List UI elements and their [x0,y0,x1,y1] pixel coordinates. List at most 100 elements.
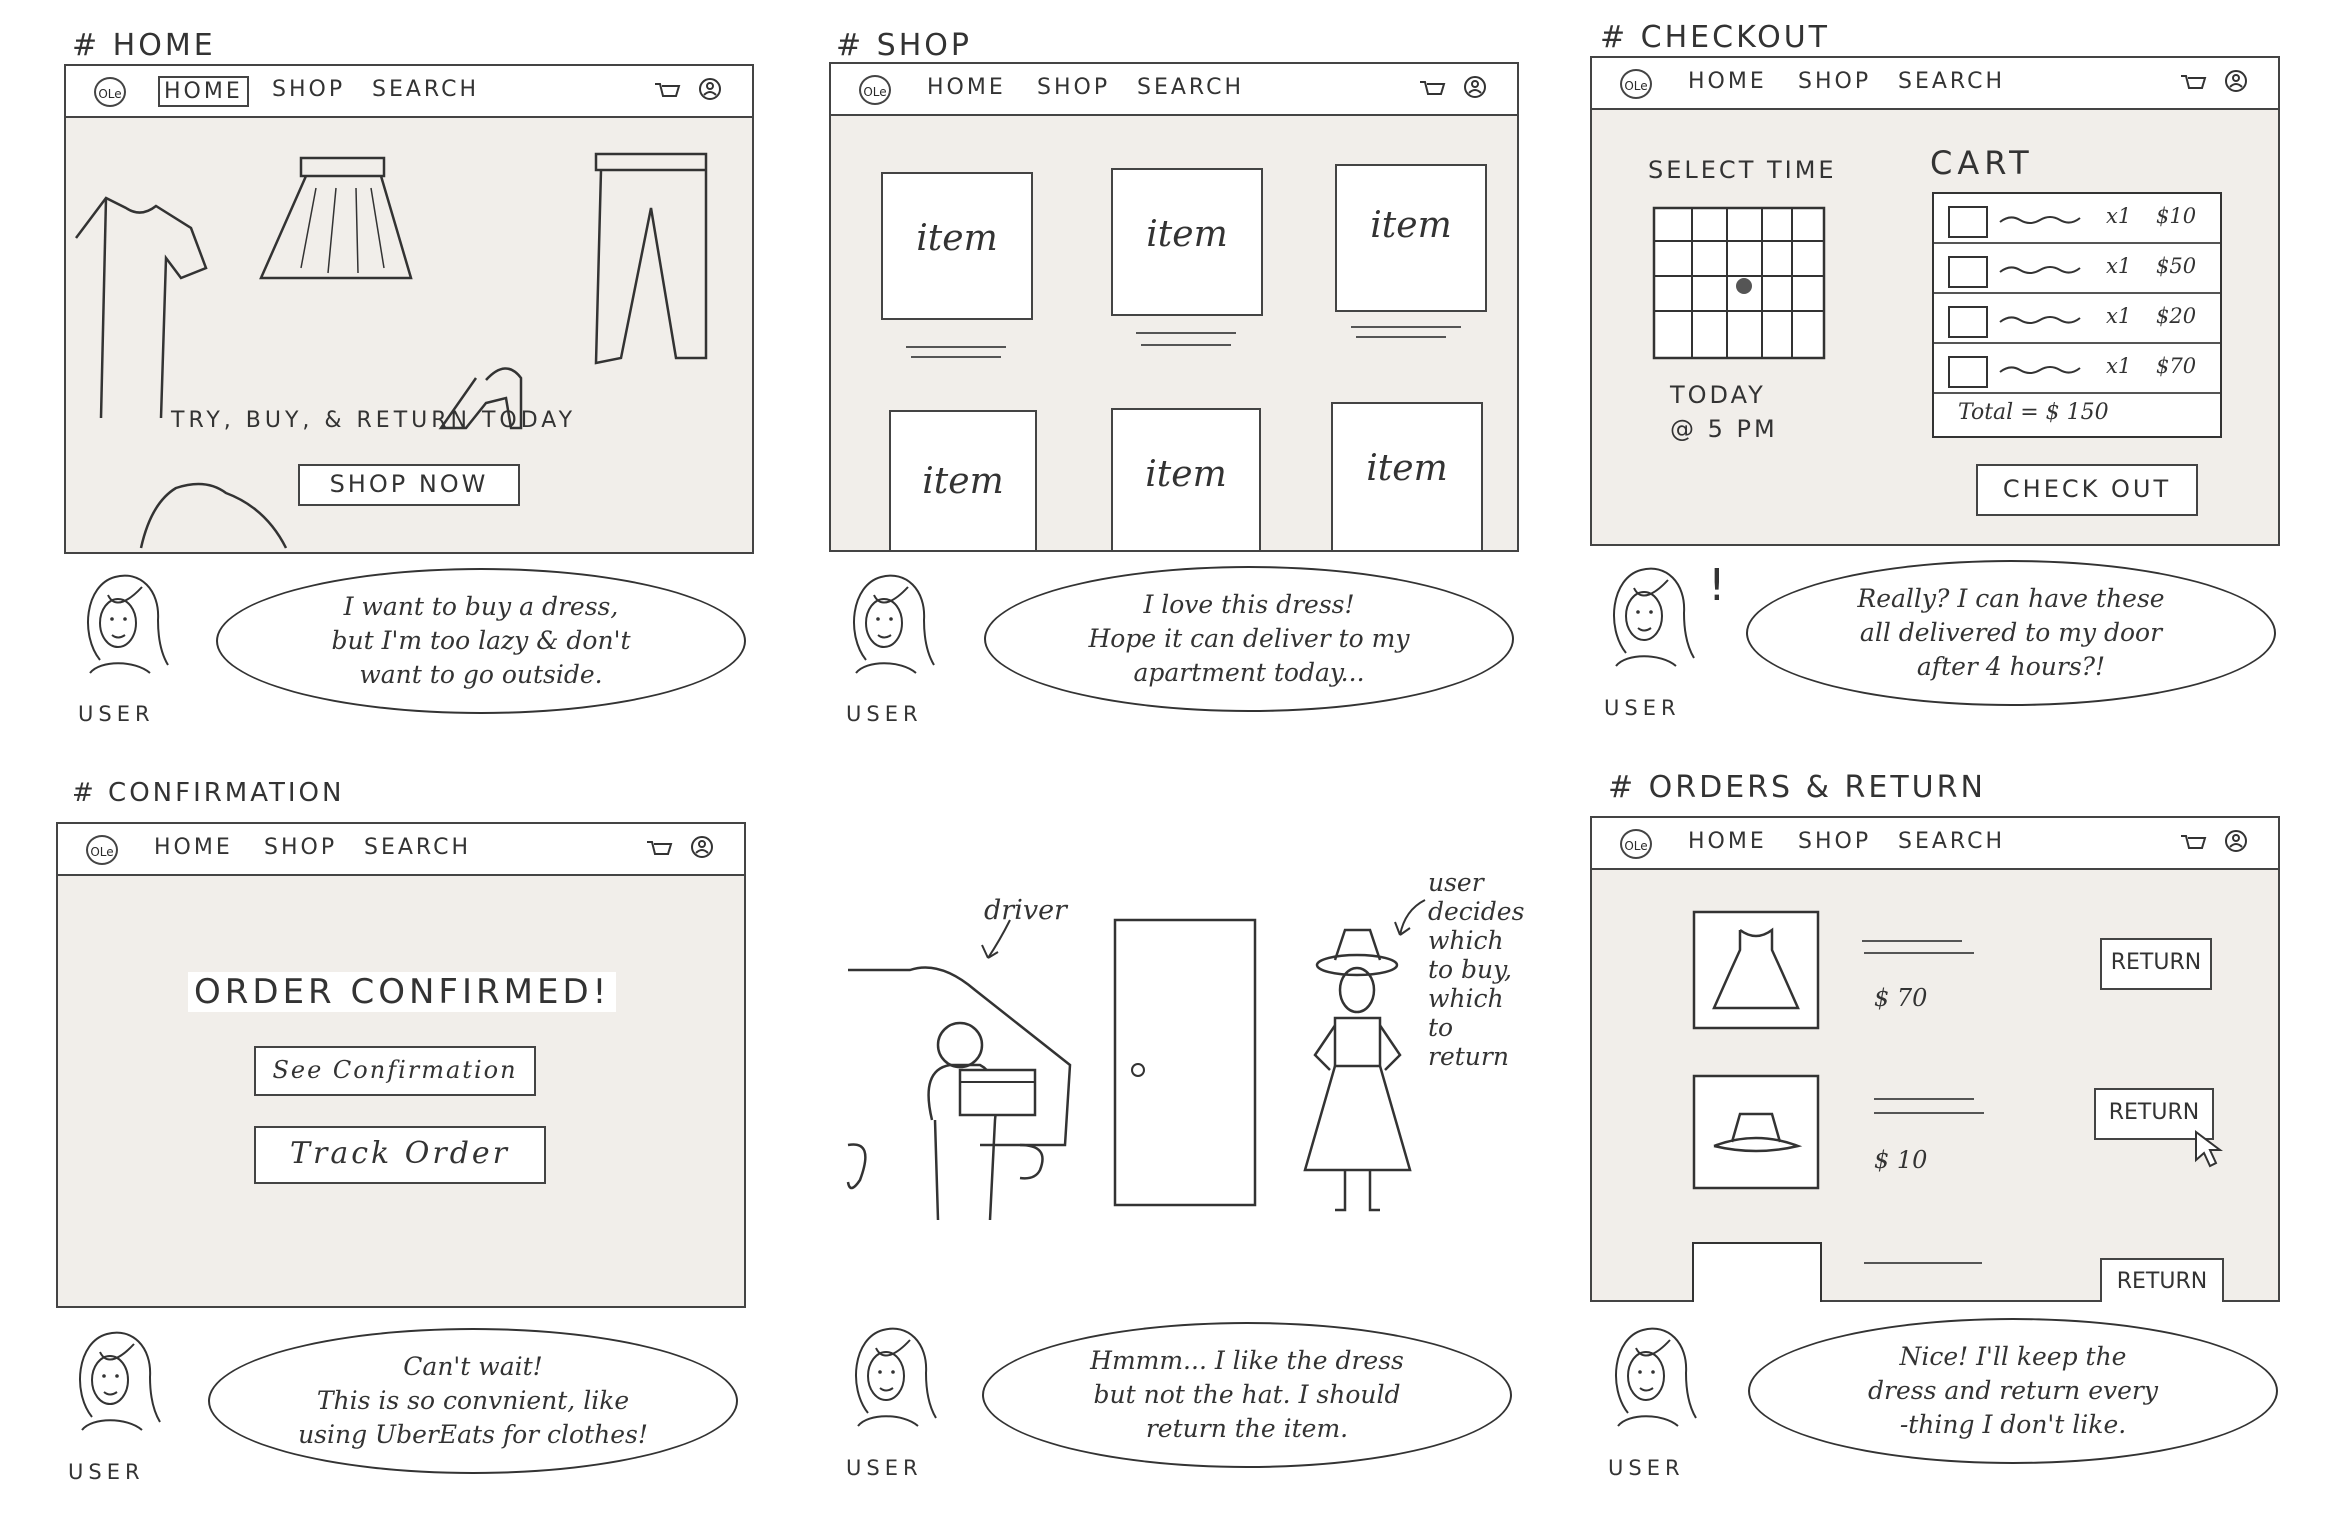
item-card[interactable]: item [889,410,1037,552]
cart-icon[interactable] [652,76,682,104]
nav-home[interactable]: HOME [158,76,249,107]
checkout-frame-title: # CHECKOUT [1600,20,1831,55]
item-card[interactable]: item [1331,402,1483,552]
user-label-shop: USER [846,702,923,726]
nav-shop[interactable]: SHOP [268,76,349,103]
selected-time: TODAY @ 5 PM [1670,381,1778,443]
item-caption-line [1351,326,1461,328]
nav-search[interactable]: SEARCH [1133,74,1248,101]
return-button[interactable]: RETURN [2100,938,2212,990]
item-card[interactable]: item [881,172,1033,320]
cart-item-qty: x1 [2106,354,2132,378]
user-avatar-orders [1615,1327,1697,1427]
logo[interactable]: OLe [1620,829,1652,859]
logo[interactable]: OLe [94,77,126,107]
cart-icon[interactable] [644,834,674,862]
cart-item-thumb [1948,206,1988,238]
cart-icon[interactable] [2178,828,2208,856]
logo[interactable]: OLe [86,835,118,865]
cart-item-qty: x1 [2106,304,2132,328]
cart-item-price: $10 [2156,204,2197,228]
speech-bubble-delivery: Hmmm... I like the dress but not the hat… [982,1322,1512,1468]
speech-bubble-orders: Nice! I'll keep the dress and return eve… [1748,1318,2278,1464]
user-avatar-home [87,574,169,674]
item-caption-line [1136,332,1236,334]
checkout-button[interactable]: CHECK OUT [1976,464,2198,516]
nav-shop[interactable]: SHOP [1794,68,1875,95]
nav-shop[interactable]: SHOP [1794,828,1875,855]
order-item-name-line [1862,940,1962,942]
cart-icon[interactable] [2178,68,2208,96]
order-item-name-line [1864,952,1974,954]
nav-home[interactable]: HOME [1684,828,1771,855]
cart-item-price: $70 [2156,354,2197,378]
time-calendar-grid[interactable] [1652,206,1832,366]
orders-frame-title: # ORDERS & RETURN [1608,770,1986,805]
cart-row: x1 $70 [1934,344,2220,394]
confirmation-navbar: OLe HOME SHOP SEARCH [58,824,744,876]
nav-search[interactable]: SEARCH [368,76,483,103]
cart-row: x1 $20 [1934,294,2220,344]
item-card[interactable]: item [1335,164,1487,312]
account-icon[interactable] [2222,68,2252,96]
order-item-name-line [1874,1098,1974,1100]
user-decision-note: user decides which to buy, which to retu… [1428,868,1525,1071]
shop-frame-title: # SHOP [836,28,972,63]
speech-bubble-home: I want to buy a dress, but I'm too lazy … [216,568,746,714]
nav-search[interactable]: SEARCH [360,834,475,861]
home-navbar: OLe HOME SHOP SEARCH [66,66,752,118]
speech-checkout: Really? I can have these all delivered t… [1857,584,2165,681]
nav-search[interactable]: SEARCH [1894,828,2009,855]
cart-item-price: $50 [2156,254,2197,278]
order-item-name-line [1864,1262,1982,1264]
shop-navbar: OLe HOME SHOP SEARCH [831,64,1517,116]
nav-shop[interactable]: SHOP [1033,74,1114,101]
item-caption-line [906,346,1006,348]
nav-home[interactable]: HOME [1684,68,1771,95]
speech-home: I want to buy a dress, but I'm too lazy … [331,592,631,689]
cart-item-name-squiggle [1999,216,2081,224]
shop-now-button[interactable]: SHOP NOW [298,464,520,506]
nav-home[interactable]: HOME [923,74,1010,101]
home-tagline: TRY, BUY, & RETURN TODAY [171,408,577,433]
account-icon[interactable] [2222,828,2252,856]
account-icon[interactable] [696,76,726,104]
cart-item-name-squiggle [1999,266,2081,274]
nav-search[interactable]: SEARCH [1894,68,2009,95]
home-frame-title: # HOME [72,28,216,63]
order-confirmed-heading: ORDER CONFIRMED! [188,972,617,1012]
cart-row: x1 $10 [1934,194,2220,244]
account-icon[interactable] [1461,74,1491,102]
user-label-orders: USER [1608,1456,1685,1480]
home-screen: OLe HOME SHOP SEARCH TRY, BUY, & RETURN … [64,64,754,554]
checkout-navbar: OLe HOME SHOP SEARCH [1592,58,2278,110]
surprise-mark: ! [1708,560,1726,611]
checkout-screen: OLe HOME SHOP SEARCH SELECT TIME TODAY @… [1590,56,2280,546]
item-caption-line [1356,336,1446,338]
item-card[interactable]: item [1111,168,1263,316]
cart-item-thumb [1948,306,1988,338]
orders-screen: OLe HOME SHOP SEARCH $ 70 RETURN $ 10 RE… [1590,816,2280,1302]
see-confirmation-button[interactable]: See Confirmation [254,1046,536,1096]
cart-total: Total = $ 150 [1958,400,2109,425]
item-card[interactable]: item [1111,408,1261,552]
account-icon[interactable] [688,834,718,862]
cart-row: x1 $50 [1934,244,2220,294]
cart-item-thumb [1948,256,1988,288]
shop-screen: OLe HOME SHOP SEARCH item item item item… [829,62,1519,552]
cart-title: CART [1930,144,2034,182]
logo[interactable]: OLe [1620,69,1652,99]
nav-home[interactable]: HOME [150,834,237,861]
user-label-confirmation: USER [68,1460,145,1484]
nav-shop[interactable]: SHOP [260,834,341,861]
user-avatar-checkout [1613,567,1695,667]
cart-icon[interactable] [1417,74,1447,102]
mouse-cursor-icon [2195,1130,2223,1168]
cart-item-name-squiggle [1999,316,2081,324]
return-button[interactable]: RETURN [2100,1258,2224,1302]
cart-item-qty: x1 [2106,204,2132,228]
confirmation-frame-title: # CONFIRMATION [72,778,345,808]
item-caption-line [1141,344,1231,346]
track-order-button[interactable]: Track Order [254,1126,546,1184]
logo[interactable]: OLe [859,75,891,105]
